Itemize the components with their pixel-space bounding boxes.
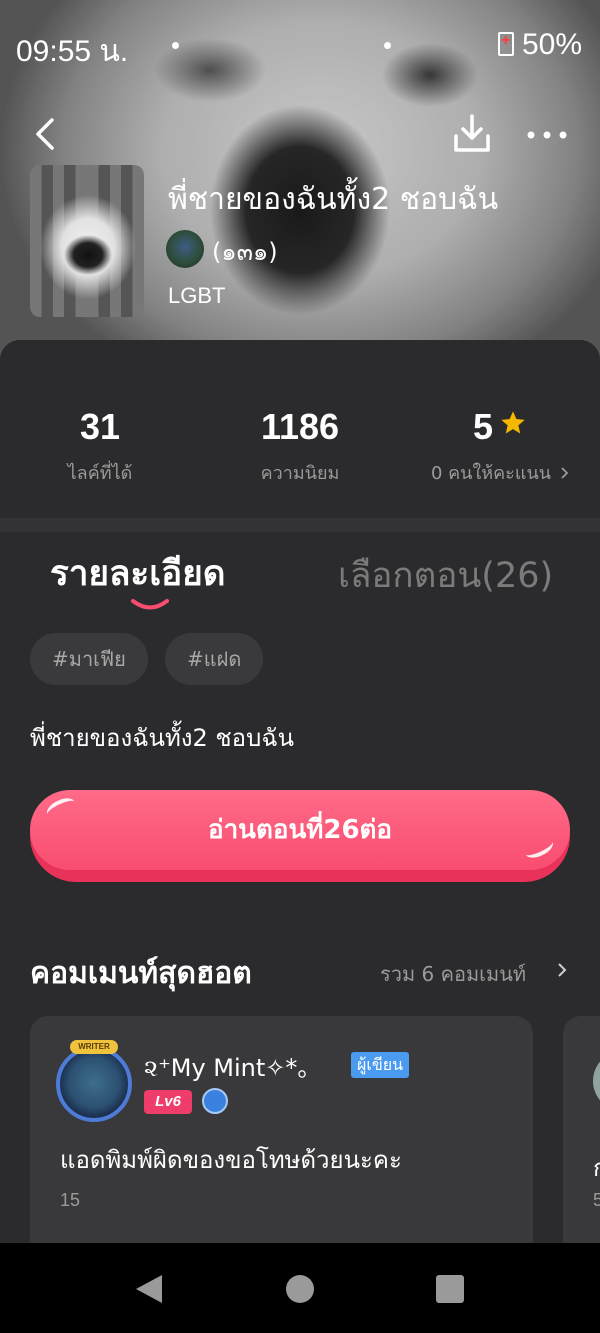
comment-like-count: 15 <box>60 1190 81 1210</box>
stat-likes: 31 ไลค์ที่ได้ <box>0 406 200 487</box>
comment-card[interactable]: ก 5 <box>563 1016 600 1266</box>
system-navigation-bar <box>0 1243 600 1333</box>
section-divider <box>0 518 600 532</box>
hot-comments-total[interactable]: รวม 6 คอมเมนท์ <box>380 958 526 990</box>
rating-value: 5 <box>472 406 494 447</box>
notification-dot-icon <box>384 42 391 49</box>
nav-recents-icon[interactable] <box>436 1275 464 1303</box>
nav-back-icon[interactable] <box>134 1273 164 1305</box>
rating-label: 0 คนให้คะแนน <box>430 463 552 484</box>
top-bar <box>0 110 600 160</box>
stat-rating[interactable]: 5 0 คนให้คะแนน <box>400 406 600 487</box>
status-time: 09:55 น. <box>16 35 129 68</box>
continue-reading-button[interactable]: อ่านตอนที่26ต่อ <box>30 790 570 882</box>
comment-like-count: 5 <box>593 1190 600 1210</box>
writer-badge: WRITER <box>70 1040 118 1054</box>
story-title: พี่ชายของฉันทั้ง2 ชอบฉัน <box>168 182 499 217</box>
battery-icon <box>498 32 514 56</box>
tab-episodes[interactable]: เลือกตอน(26) <box>338 548 553 603</box>
tag-chip[interactable]: #มาเฟีย <box>30 633 148 685</box>
content-sheet: 31 ไลค์ที่ได้ 1186 ความนิยม 5 0 คนให้คะแ… <box>0 340 600 1266</box>
battery-percentage: 50% <box>522 28 583 61</box>
commenter-avatar[interactable] <box>593 1051 600 1111</box>
tag-chip[interactable]: #แฝด <box>165 633 264 685</box>
popularity-label: ความนิยม <box>260 463 340 484</box>
comment-text: ก <box>593 1148 600 1187</box>
nav-home-icon[interactable] <box>286 1275 314 1303</box>
author-role-badge: ผู้เขียน <box>351 1052 410 1078</box>
author-name[interactable]: (๑๓๑) <box>212 232 278 271</box>
more-options-icon[interactable] <box>524 120 570 150</box>
story-cover-image <box>30 165 144 317</box>
chevron-right-icon <box>561 467 569 479</box>
stat-popularity: 1186 ความนิยม <box>200 406 400 487</box>
commenter-avatar[interactable] <box>56 1046 132 1122</box>
hot-comments-title: คอมเมนท์สุดฮอต <box>30 956 252 991</box>
notification-dot-icon <box>172 42 179 49</box>
download-icon[interactable] <box>452 112 492 156</box>
popularity-value: 1186 <box>260 406 340 447</box>
likes-value: 31 <box>79 406 121 447</box>
stats-panel: 31 ไลค์ที่ได้ 1186 ความนิยม 5 0 คนให้คะแ… <box>0 340 600 518</box>
chevron-right-icon[interactable] <box>556 962 568 978</box>
comment-card[interactable]: WRITER ૨⁺My Mint✧*。 ผู้เขียน Lv6 แอดพิมพ… <box>30 1016 533 1266</box>
likes-label: ไลค์ที่ได้ <box>67 463 133 484</box>
tab-bar: รายละเอียด เลือกตอน(26) <box>0 546 600 616</box>
star-icon <box>501 411 525 434</box>
tab-details[interactable]: รายละเอียด <box>50 546 225 601</box>
commenter-name: ૨⁺My Mint✧*。 <box>144 1054 322 1082</box>
level-badge: Lv6 <box>144 1090 192 1114</box>
comment-text: แอดพิมพ์ผิดของขอโทษด้วยนะคะ <box>60 1146 402 1174</box>
author-avatar[interactable] <box>166 230 204 268</box>
rank-icon <box>202 1088 228 1114</box>
status-bar: 09:55 น. 50% <box>0 28 600 68</box>
story-genre[interactable]: LGBT <box>168 283 225 309</box>
back-arrow-icon[interactable] <box>28 114 68 154</box>
continue-reading-label: อ่านตอนที่26ต่อ <box>30 790 570 870</box>
story-description: พี่ชายของฉันทั้ง2 ชอบฉัน <box>30 724 295 752</box>
tab-active-indicator <box>131 599 169 610</box>
